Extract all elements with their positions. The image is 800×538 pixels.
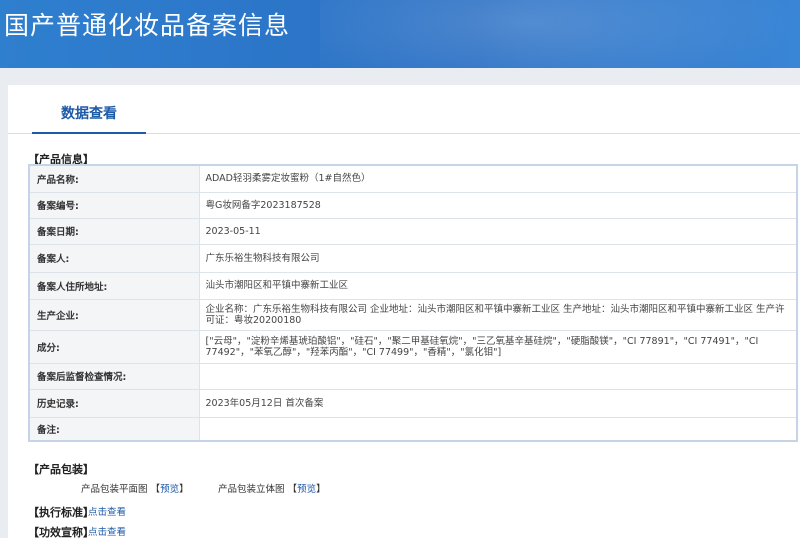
- page-header: 国产普通化妆品备案信息: [0, 0, 800, 68]
- row-value: ADAD轻羽柔雾定妆蜜粉（1#自然色）: [198, 164, 798, 193]
- bracket-open: 【: [150, 484, 161, 495]
- row-value: [198, 362, 798, 390]
- preview-flat-link[interactable]: 预览: [160, 484, 179, 495]
- content-panel: 数据查看 【产品信息】 产品名称: ADAD轻羽柔雾定妆蜜粉（1#自然色） 备案…: [8, 85, 800, 538]
- tab-data-view[interactable]: 数据查看: [32, 103, 146, 134]
- table-row: 备注:: [28, 416, 798, 442]
- row-label: 历史记录:: [28, 388, 200, 418]
- row-label: 备案后监督检查情况:: [28, 362, 200, 390]
- product-info-table: 产品名称: ADAD轻羽柔雾定妆蜜粉（1#自然色） 备案编号: 粤G妆网备字20…: [28, 164, 798, 442]
- row-label: 备案日期:: [28, 217, 200, 245]
- packaging-solid-item: 产品包装立体图 【预览】: [218, 481, 326, 495]
- table-row: 历史记录: 2023年05月12日 首次备案: [28, 388, 798, 418]
- row-label: 备案人住所地址:: [28, 271, 200, 300]
- bracket-open: 【: [287, 484, 298, 495]
- table-row: 备案后监督检查情况:: [28, 362, 798, 390]
- row-value: 2023-05-11: [198, 217, 798, 245]
- row-label: 备案编号:: [28, 191, 200, 219]
- table-row: 备案人: 广东乐裕生物科技有限公司: [28, 243, 798, 273]
- row-value: 2023年05月12日 首次备案: [198, 388, 798, 418]
- packaging-flat-label: 产品包装平面图: [81, 484, 148, 495]
- packaging-heading: 【产品包装】: [28, 463, 94, 476]
- row-label: 生产企业:: [28, 298, 200, 331]
- efficacy-view-link[interactable]: 点击查看: [88, 524, 126, 538]
- row-value: 企业名称：广东乐裕生物科技有限公司 企业地址：汕头市潮阳区和平镇中寨新工业区 生…: [198, 298, 798, 331]
- table-row: 成分: ["云母"，"淀粉辛烯基琥珀酸铝"，"硅石"，"聚二甲基硅氧烷"，"三乙…: [28, 329, 798, 364]
- row-label: 备案人:: [28, 243, 200, 273]
- row-label: 成分:: [28, 329, 200, 364]
- efficacy-heading: 【功效宣称】: [28, 526, 94, 538]
- table-row: 备案日期: 2023-05-11: [28, 217, 798, 245]
- row-value: [198, 416, 798, 442]
- table-row: 备案编号: 粤G妆网备字2023187528: [28, 191, 798, 219]
- tab-bar: 数据查看: [8, 85, 800, 134]
- row-value: 汕头市潮阳区和平镇中寨新工业区: [198, 271, 798, 300]
- preview-solid-link[interactable]: 预览: [297, 484, 316, 495]
- packaging-flat-item: 产品包装平面图 【预览】: [81, 481, 189, 495]
- bracket-close: 】: [316, 484, 326, 495]
- standard-heading: 【执行标准】: [28, 506, 94, 519]
- bracket-close: 】: [179, 484, 189, 495]
- row-value: 粤G妆网备字2023187528: [198, 191, 798, 219]
- header-decoration: [320, 0, 800, 68]
- standard-view-link[interactable]: 点击查看: [88, 504, 126, 518]
- packaging-solid-label: 产品包装立体图: [218, 484, 285, 495]
- table-row: 产品名称: ADAD轻羽柔雾定妆蜜粉（1#自然色）: [28, 164, 798, 193]
- row-value: ["云母"，"淀粉辛烯基琥珀酸铝"，"硅石"，"聚二甲基硅氧烷"，"三乙氧基辛基…: [198, 329, 798, 364]
- table-row: 生产企业: 企业名称：广东乐裕生物科技有限公司 企业地址：汕头市潮阳区和平镇中寨…: [28, 298, 798, 331]
- row-label: 产品名称:: [28, 164, 200, 193]
- row-label: 备注:: [28, 416, 200, 442]
- table-row: 备案人住所地址: 汕头市潮阳区和平镇中寨新工业区: [28, 271, 798, 300]
- row-value: 广东乐裕生物科技有限公司: [198, 243, 798, 273]
- page-title: 国产普通化妆品备案信息: [4, 11, 291, 40]
